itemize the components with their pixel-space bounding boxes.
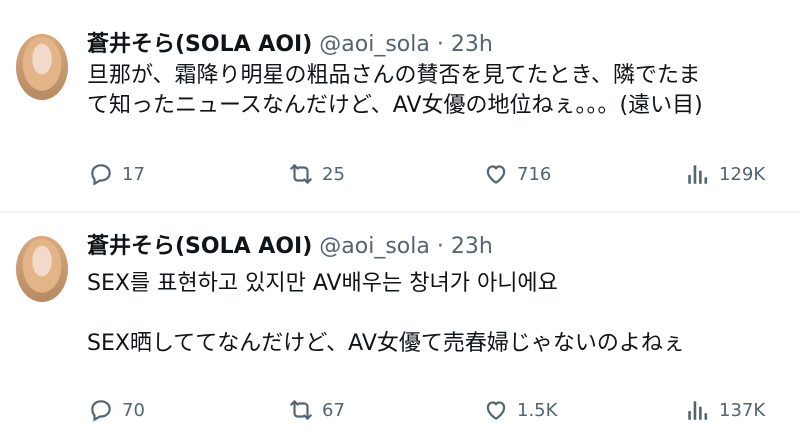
views-count: 137K xyxy=(719,399,766,421)
author-name[interactable]: 蒼井そら(SOLA AOI) xyxy=(87,32,312,57)
avatar[interactable] xyxy=(16,236,68,302)
tweet-text-line: て知ったニュースなんだけど、AV女優の地位ねぇ。。。(遠い目) xyxy=(87,93,703,118)
avatar[interactable] xyxy=(16,34,68,100)
repost-button[interactable]: 67 xyxy=(288,395,345,425)
tweet-header: 蒼井そら(SOLA AOI) @aoi_sola · 23h xyxy=(87,31,493,59)
views-icon xyxy=(688,401,708,420)
separator-dot: · xyxy=(436,32,444,57)
tweet[interactable]: 蒼井そら(SOLA AOI) @aoi_sola · 23h 旦那が、霜降り明星… xyxy=(0,0,800,212)
repost-count: 67 xyxy=(322,399,345,421)
views-count: 129K xyxy=(719,163,766,185)
tweet-text-line: SEX를 표현하고 있지만 AV배우는 창녀가 아니에요 xyxy=(87,271,558,296)
author-name[interactable]: 蒼井そら(SOLA AOI) xyxy=(87,234,312,259)
author-handle[interactable]: @aoi_sola xyxy=(319,32,430,57)
author-handle[interactable]: @aoi_sola xyxy=(319,234,430,259)
like-count: 1.5K xyxy=(517,399,558,421)
tweet-text: SEX를 표현하고 있지만 AV배우는 창녀가 아니에요 SEX晒しててなんだけ… xyxy=(87,269,685,359)
reply-button[interactable]: 70 xyxy=(88,395,145,425)
separator-dot: · xyxy=(436,234,444,259)
reply-icon xyxy=(91,400,111,422)
tweet-text-line: SEX晒しててなんだけど、AV女優て売春婦じゃないのよねぇ xyxy=(87,331,685,356)
reply-button[interactable]: 17 xyxy=(88,159,145,189)
like-icon xyxy=(486,401,506,420)
like-button[interactable]: 716 xyxy=(483,159,551,189)
tweet-feed: 蒼井そら(SOLA AOI) @aoi_sola · 23h 旦那が、霜降り明星… xyxy=(0,0,800,444)
tweet-text: 旦那が、霜降り明星の粗品さんの賛否を見てたとき、隣でたま て知ったニュースなんだ… xyxy=(87,61,703,121)
tweet-text-line: 旦那が、霜降り明星の粗品さんの賛否を見てたとき、隣でたま xyxy=(87,63,701,88)
reply-icon xyxy=(91,164,111,186)
views-button[interactable]: 129K xyxy=(685,159,765,189)
like-icon xyxy=(486,165,506,184)
repost-icon xyxy=(290,400,312,420)
views-button[interactable]: 137K xyxy=(685,395,765,425)
action-bar: 70 67 1.5K 137K xyxy=(88,395,788,425)
action-bar: 17 25 716 129K xyxy=(88,159,788,189)
repost-button[interactable]: 25 xyxy=(288,159,345,189)
tweet[interactable]: 蒼井そら(SOLA AOI) @aoi_sola · 23h SEX를 표현하고… xyxy=(0,214,800,426)
repost-count: 25 xyxy=(322,163,345,185)
reply-count: 17 xyxy=(122,163,145,185)
views-icon xyxy=(688,165,708,184)
repost-icon xyxy=(290,164,312,184)
timestamp[interactable]: 23h xyxy=(451,32,493,57)
like-button[interactable]: 1.5K xyxy=(483,395,557,425)
tweet-header: 蒼井そら(SOLA AOI) @aoi_sola · 23h xyxy=(87,233,493,261)
like-count: 716 xyxy=(517,163,552,185)
timestamp[interactable]: 23h xyxy=(451,234,493,259)
divider xyxy=(0,211,800,213)
reply-count: 70 xyxy=(122,399,145,421)
